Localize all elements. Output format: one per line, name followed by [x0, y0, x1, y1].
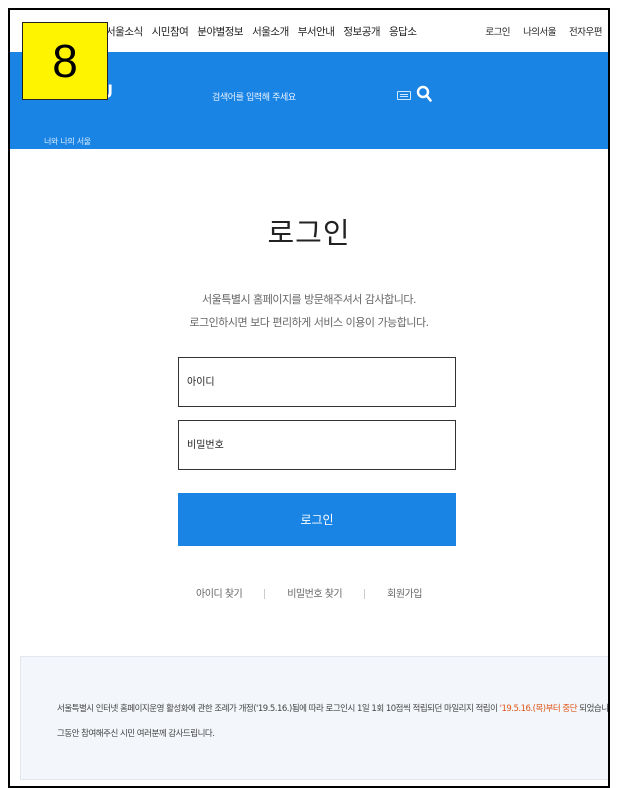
find-password-link[interactable]: 비밀번호 찾기 [287, 589, 342, 600]
page-title: 로그인 [267, 216, 351, 250]
login-info-text: 로그인하시면 보다 편리하게 서비스 이용이 가능합니다. [189, 316, 429, 329]
menu-item-about[interactable]: 서울소개 [252, 24, 289, 39]
join-link[interactable]: 회원가입 [387, 589, 422, 600]
mileage-notice: 서울특별시 인터넷 홈페이지운영 활성화에 관한 조례가 개정('19.5.16… [20, 656, 609, 780]
password-input[interactable] [179, 421, 455, 469]
search-icon[interactable] [416, 85, 432, 103]
main-menu: 서울소식 시민참여 분야별정보 서울소개 부서안내 정보공개 응답소 [106, 24, 417, 39]
search-box[interactable]: 검색어를 입력해 주세요 [212, 82, 432, 110]
password-field[interactable] [178, 420, 456, 470]
util-email-link[interactable]: 전자우편 [569, 24, 602, 38]
menu-item-news[interactable]: 서울소식 [106, 24, 143, 39]
welcome-text: 서울특별시 홈페이지를 방문해주셔서 감사합니다. [201, 293, 417, 306]
keyboard-icon[interactable] [397, 91, 411, 100]
notice-highlight: '19.5.16.(목)부터 중단 [499, 704, 578, 714]
find-id-link[interactable]: 아이디 찾기 [196, 589, 243, 600]
notice-line-2: 그동안 참여해주신 시민 여러분께 감사드립니다. [57, 729, 215, 739]
id-input[interactable] [179, 358, 455, 406]
search-input[interactable]: 검색어를 입력해 주세요 [212, 90, 296, 103]
logo-subtitle: 너와 나의 서울 [44, 137, 91, 146]
menu-item-departments[interactable]: 부서안내 [298, 24, 335, 39]
step-number-badge: 8 [22, 22, 108, 100]
menu-item-participation[interactable]: 시민참여 [152, 24, 189, 39]
login-button[interactable]: 로그인 [178, 493, 456, 546]
menu-item-disclosure[interactable]: 정보공개 [343, 24, 380, 39]
menu-item-info[interactable]: 분야별정보 [197, 24, 243, 39]
account-links: 아이디 찾기 비밀번호 찾기 회원가입 [10, 585, 608, 600]
util-my-seoul-link[interactable]: 나의서울 [523, 24, 556, 38]
notice-text: 서울특별시 인터넷 홈페이지운영 활성화에 관한 조례가 개정('19.5.16… [57, 704, 500, 714]
page-frame: 서울소식 시민참여 분야별정보 서울소개 부서안내 정보공개 응답소 로그인 나… [8, 8, 610, 788]
notice-line-1: 서울특별시 인터넷 홈페이지운영 활성화에 관한 조례가 개정('19.5.16… [57, 702, 609, 714]
util-login-link[interactable]: 로그인 [485, 24, 510, 38]
utility-menu: 로그인 나의서울 전자우편 [485, 24, 602, 38]
link-divider [264, 589, 266, 599]
menu-item-response[interactable]: 응답소 [389, 24, 417, 39]
notice-text-end: 되었습니다. [579, 704, 609, 714]
link-divider [364, 589, 366, 599]
id-field[interactable] [178, 357, 456, 407]
